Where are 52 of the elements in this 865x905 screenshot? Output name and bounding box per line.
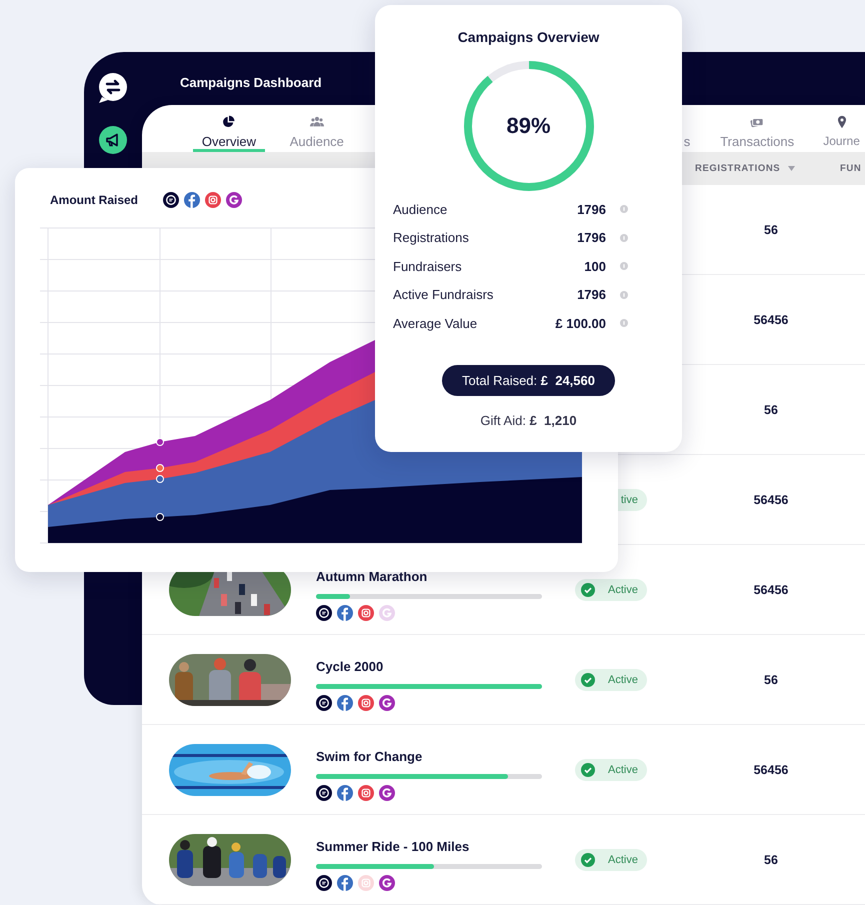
- data-point: [156, 464, 164, 472]
- megaphone-icon[interactable]: [99, 126, 127, 154]
- info-icon[interactable]: [620, 319, 628, 328]
- tab[interactable]: Journe: [818, 105, 865, 152]
- stat-label: Audience: [393, 202, 448, 217]
- table-cell: 56456: [754, 492, 788, 506]
- stat-value: 1796: [577, 287, 606, 302]
- table-cell: 56: [764, 402, 778, 416]
- tab[interactable]: s: [684, 105, 690, 152]
- stat-value: 1796: [577, 202, 606, 217]
- table-cell: 56456: [754, 762, 788, 776]
- status-badge: Active: [575, 668, 647, 690]
- table-cell: 56456: [754, 312, 788, 326]
- info-icon[interactable]: [620, 234, 628, 242]
- column-header: FUN: [840, 163, 862, 174]
- card-title: Campaigns Overview: [458, 29, 600, 45]
- tab[interactable]: Transactions: [712, 105, 802, 152]
- campaign-name: Summer Ride - 100 Miles: [316, 839, 470, 855]
- gift-aid-text: Gift Aid: £ 1,210: [480, 412, 577, 428]
- chart-title: Amount Raised: [50, 193, 138, 207]
- table-cell: 56: [764, 222, 778, 236]
- info-icon[interactable]: [620, 290, 628, 299]
- info-icon[interactable]: [620, 205, 628, 214]
- table-cell: 56: [764, 852, 778, 866]
- campaign-name: Autumn Marathon: [316, 569, 428, 585]
- total-raised-pill: Total Raised: £ 24,560: [442, 364, 615, 396]
- people-icon: [310, 115, 324, 129]
- sort-caret-icon[interactable]: [788, 166, 796, 171]
- stat-label: Registrations: [393, 230, 469, 246]
- campaign-name: Swim for Change: [316, 749, 424, 765]
- percent-value: 89%: [505, 113, 552, 139]
- stat-value: £ 100.00: [555, 316, 606, 331]
- stat-label: Average Value: [393, 316, 478, 331]
- tab[interactable]: Audience: [280, 105, 353, 152]
- table-cell: 56456: [754, 582, 788, 596]
- data-point: [156, 513, 164, 521]
- data-point: [156, 475, 164, 483]
- status-badge: Active: [575, 848, 647, 870]
- info-icon[interactable]: [620, 262, 628, 270]
- stat-label: Active Fundraisrs: [393, 287, 494, 302]
- status-badge: Active: [575, 758, 647, 780]
- data-point: [156, 438, 164, 446]
- table-cell: 56: [764, 672, 778, 686]
- stat-value: 1796: [577, 230, 606, 246]
- stat-label: Fundraisers: [393, 258, 462, 274]
- chat-bubble-logo-icon: [97, 72, 129, 104]
- pie-chart-icon: [222, 115, 236, 129]
- stat-value: 100: [584, 258, 606, 274]
- status-badge: Active: [575, 578, 647, 600]
- column-header: REGISTRATIONS: [695, 163, 780, 174]
- campaign-name: Cycle 2000: [316, 659, 384, 675]
- dashboard-title: Campaigns Dashboard: [179, 74, 322, 90]
